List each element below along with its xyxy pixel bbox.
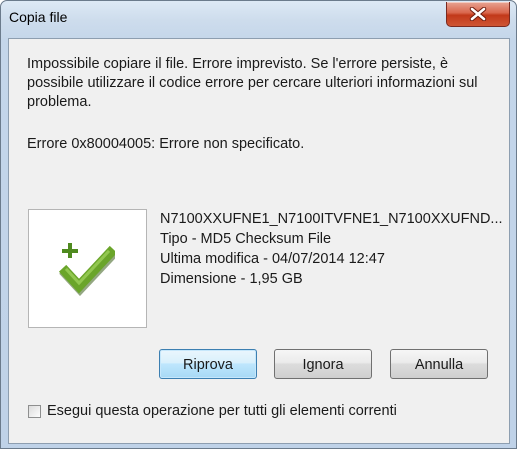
dialog-content: Impossibile copiare il file. Errore impr… xyxy=(8,38,510,444)
error-message: Impossibile copiare il file. Errore impr… xyxy=(27,56,478,110)
window-title: Copia file xyxy=(9,9,68,25)
file-thumbnail xyxy=(28,209,147,328)
apply-to-all-label[interactable]: Esegui questa operazione per tutti gli e… xyxy=(47,403,397,419)
title-bar[interactable]: Copia file xyxy=(1,1,516,33)
file-name: N7100XXUFNE1_N7100ITVFNE1_N7100XXUFND... xyxy=(160,211,503,227)
ignore-button[interactable]: Ignora xyxy=(274,349,372,379)
retry-button[interactable]: Riprova xyxy=(159,349,257,379)
file-modified: Ultima modifica - 04/07/2014 12:47 xyxy=(160,251,385,267)
green-checkmark-plus-icon xyxy=(59,243,115,296)
close-button[interactable] xyxy=(446,2,510,27)
file-size: Dimensione - 1,95 GB xyxy=(160,271,303,287)
copy-file-dialog: Copia file Impossibile copiare il file. … xyxy=(0,0,517,449)
cancel-button[interactable]: Annulla xyxy=(390,349,488,379)
file-type: Tipo - MD5 Checksum File xyxy=(160,231,332,247)
apply-to-all-option[interactable]: Esegui questa operazione per tutti gli e… xyxy=(28,403,397,419)
close-icon xyxy=(469,7,487,21)
error-code: Errore 0x80004005: Errore non specificat… xyxy=(27,136,305,152)
apply-to-all-checkbox[interactable] xyxy=(28,404,41,418)
file-details: N7100XXUFNE1_N7100ITVFNE1_N7100XXUFND...… xyxy=(160,209,503,289)
